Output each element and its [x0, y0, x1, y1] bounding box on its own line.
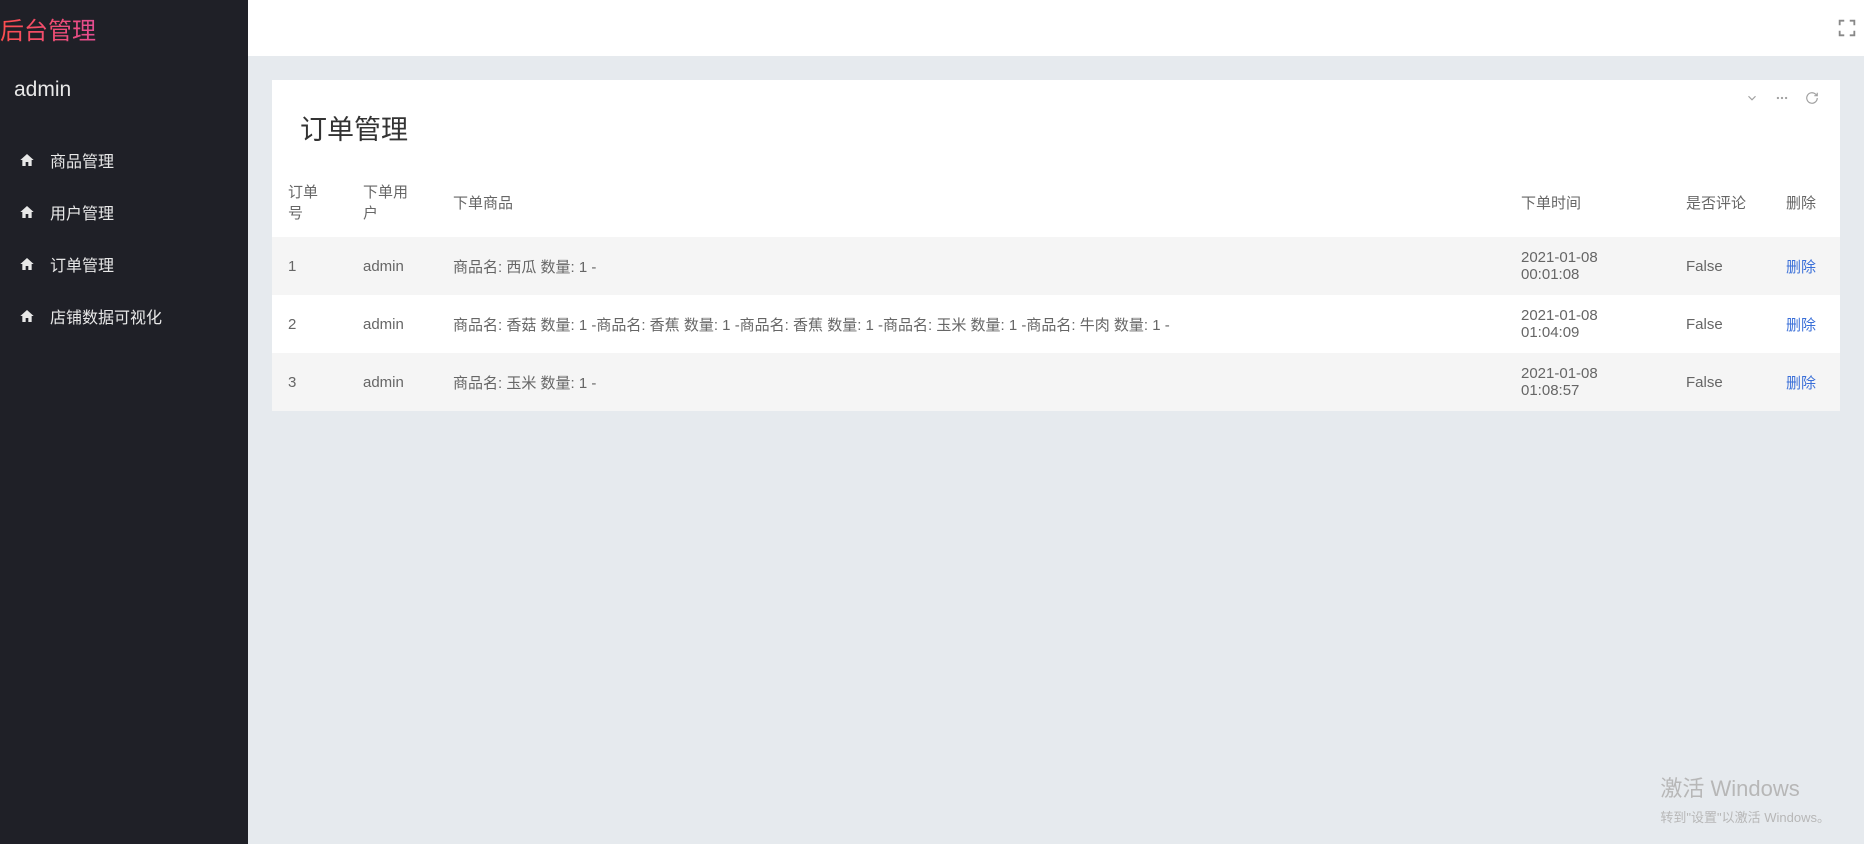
- orders-card: 订单管理 订单号 下单用户: [272, 80, 1840, 411]
- sidebar-user: admin: [0, 56, 248, 124]
- sidebar-menu: 商品管理 用户管理 订单管理 店铺数据可视化: [0, 124, 248, 352]
- cell-user: admin: [347, 295, 437, 353]
- cell-id: 3: [272, 353, 347, 411]
- delete-link[interactable]: 删除: [1786, 317, 1816, 334]
- content: 订单管理 订单号 下单用户: [248, 56, 1864, 435]
- cell-time: 2021-01-08 01:04:09: [1505, 295, 1670, 353]
- page-title: 订单管理: [300, 108, 408, 147]
- table-header-row: 订单号 下单用户 下单商品 下单时间 是否评论 删除: [272, 167, 1840, 237]
- orders-table: 订单号 下单用户 下单商品 下单时间 是否评论 删除 1 admin 商品名: …: [272, 167, 1840, 411]
- th-items: 下单商品: [437, 167, 1505, 237]
- home-icon: [18, 204, 36, 220]
- cell-id: 1: [272, 237, 347, 295]
- more-icon[interactable]: [1774, 90, 1790, 106]
- cell-items: 商品名: 香菇 数量: 1 -商品名: 香蕉 数量: 1 -商品名: 香蕉 数量…: [437, 295, 1505, 353]
- main: 订单管理 订单号 下单用户: [248, 0, 1864, 844]
- chevron-down-icon[interactable]: [1744, 90, 1760, 106]
- table-row: 1 admin 商品名: 西瓜 数量: 1 - 2021-01-08 00:01…: [272, 237, 1840, 295]
- home-icon: [18, 256, 36, 272]
- topbar: [248, 0, 1864, 56]
- fullscreen-icon[interactable]: [1836, 17, 1858, 39]
- th-order-id: 订单号: [272, 167, 347, 237]
- delete-link[interactable]: 删除: [1786, 259, 1816, 276]
- home-icon: [18, 308, 36, 324]
- th-reviewed: 是否评论: [1670, 167, 1770, 237]
- th-time: 下单时间: [1505, 167, 1670, 237]
- th-user: 下单用户: [347, 167, 437, 237]
- home-icon: [18, 152, 36, 168]
- card-tools: [1744, 90, 1820, 106]
- cell-time: 2021-01-08 01:08:57: [1505, 353, 1670, 411]
- cell-user: admin: [347, 353, 437, 411]
- cell-items: 商品名: 西瓜 数量: 1 -: [437, 237, 1505, 295]
- sidebar: 后台管理 admin 商品管理 用户管理 订单管理 店铺数据可视化: [0, 0, 248, 844]
- th-delete: 删除: [1770, 167, 1840, 237]
- sidebar-item-products[interactable]: 商品管理: [0, 134, 248, 186]
- table-row: 2 admin 商品名: 香菇 数量: 1 -商品名: 香蕉 数量: 1 -商品…: [272, 295, 1840, 353]
- sidebar-title: 后台管理: [0, 0, 248, 56]
- cell-id: 2: [272, 295, 347, 353]
- cell-items: 商品名: 玉米 数量: 1 -: [437, 353, 1505, 411]
- sidebar-item-users[interactable]: 用户管理: [0, 186, 248, 238]
- sidebar-item-orders[interactable]: 订单管理: [0, 238, 248, 290]
- sidebar-item-label: 订单管理: [50, 252, 114, 276]
- delete-link[interactable]: 删除: [1786, 375, 1816, 392]
- sidebar-item-label: 用户管理: [50, 200, 114, 224]
- cell-reviewed: False: [1670, 295, 1770, 353]
- sidebar-item-label: 商品管理: [50, 148, 114, 172]
- cell-user: admin: [347, 237, 437, 295]
- refresh-icon[interactable]: [1804, 90, 1820, 106]
- cell-reviewed: False: [1670, 237, 1770, 295]
- table-row: 3 admin 商品名: 玉米 数量: 1 - 2021-01-08 01:08…: [272, 353, 1840, 411]
- sidebar-item-label: 店铺数据可视化: [50, 304, 162, 328]
- sidebar-item-visualization[interactable]: 店铺数据可视化: [0, 290, 248, 342]
- cell-reviewed: False: [1670, 353, 1770, 411]
- cell-time: 2021-01-08 00:01:08: [1505, 237, 1670, 295]
